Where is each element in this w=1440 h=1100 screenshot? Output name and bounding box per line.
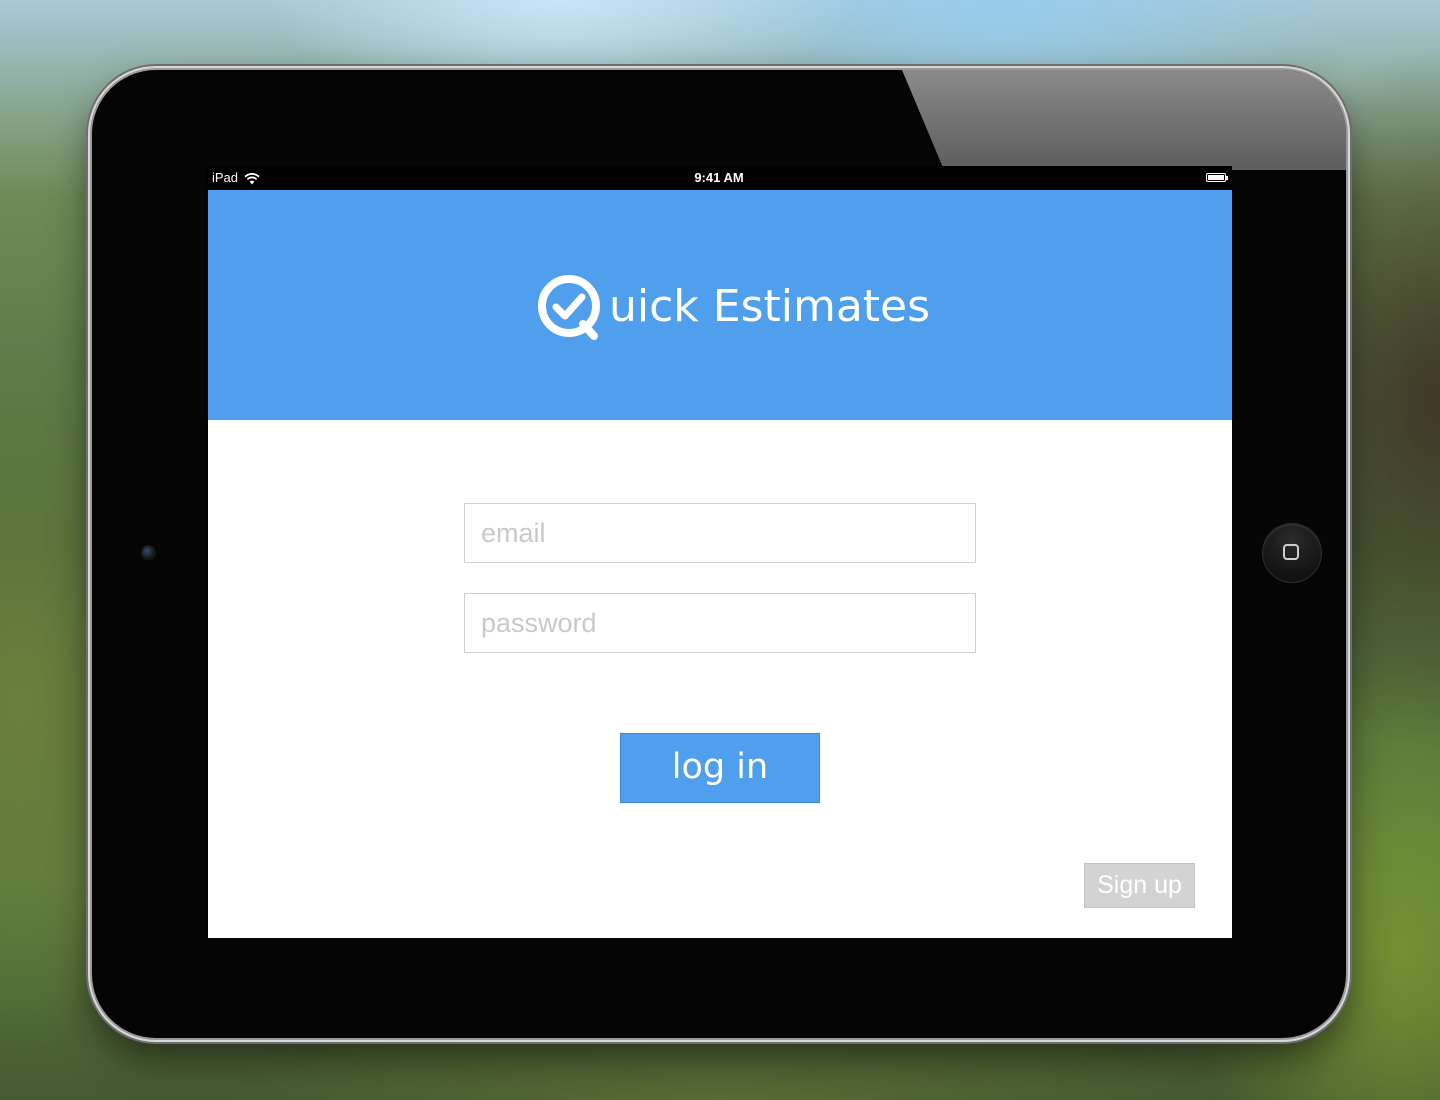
login-button[interactable]: log in bbox=[620, 733, 820, 803]
home-square-icon bbox=[1283, 544, 1299, 560]
email-field[interactable] bbox=[464, 503, 976, 563]
app-title: uick Estimates bbox=[609, 281, 931, 332]
q-checkmark-icon bbox=[538, 275, 600, 340]
battery-icon bbox=[1206, 173, 1228, 182]
home-button[interactable] bbox=[1263, 524, 1321, 582]
password-field[interactable] bbox=[464, 593, 976, 653]
status-time: 9:41 AM bbox=[694, 170, 744, 185]
ipad-device-frame: iPad 9:41 AM uick Estimates email log in… bbox=[92, 70, 1346, 1038]
signup-button[interactable]: Sign up bbox=[1084, 863, 1195, 908]
battery-fill bbox=[1208, 175, 1224, 180]
app-logo: uick Estimates bbox=[536, 272, 930, 342]
bezel-glare bbox=[902, 70, 1346, 170]
app-header: uick Estimates bbox=[208, 190, 1232, 420]
ipad-screen: iPad 9:41 AM uick Estimates email log in… bbox=[206, 166, 1232, 938]
status-bar: iPad 9:41 AM bbox=[206, 166, 1232, 190]
camera-icon bbox=[142, 546, 155, 559]
login-screen: uick Estimates log in Sign up bbox=[208, 190, 1232, 938]
